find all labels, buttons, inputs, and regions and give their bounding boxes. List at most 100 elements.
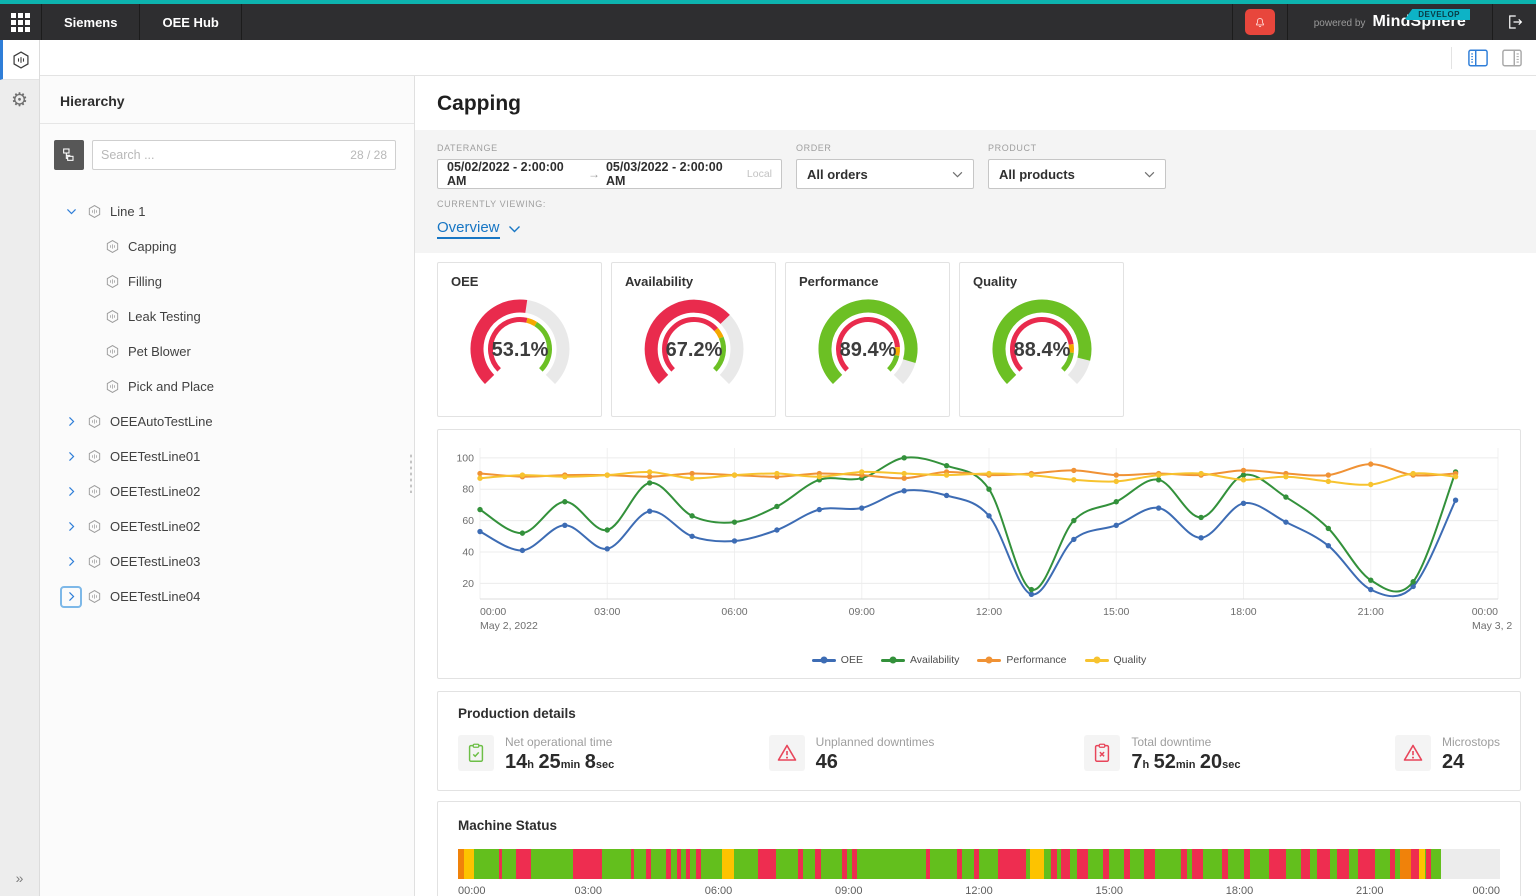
tree-expand-toggle[interactable] <box>60 516 82 538</box>
svg-text:00:00: 00:00 <box>1472 606 1498 618</box>
tree-expand-toggle[interactable] <box>60 551 82 573</box>
logout-icon <box>1508 15 1522 29</box>
machine-status-segment-red <box>1143 849 1156 879</box>
tree-expand-toggle[interactable] <box>60 201 82 223</box>
asset-hexagon-icon <box>13 50 29 69</box>
series-line-quality <box>479 470 1456 486</box>
tree-expand-toggle[interactable] <box>60 481 82 503</box>
machine-axis-tick: 15:00 <box>1095 885 1124 896</box>
gauge-title: OEE <box>451 274 479 289</box>
daterange-to: 05/03/2022 - 2:00:00 AM <box>605 160 723 188</box>
machine-axis-tick: 03:00 <box>574 885 603 896</box>
tree-expand-toggle[interactable] <box>60 411 82 433</box>
develop-badge: DEVELOP <box>1404 9 1470 20</box>
svg-text:03:00: 03:00 <box>594 606 620 618</box>
currently-viewing-dropdown[interactable]: Overview <box>437 219 521 239</box>
stat-value: 7h 52min 20sec <box>1131 751 1241 773</box>
toggle-left-panel-icon[interactable] <box>1468 49 1488 67</box>
legend-item-oee[interactable]: OEE <box>811 654 863 666</box>
machine-status-segment-red <box>1300 849 1311 879</box>
svg-text:May 3, 2022: May 3, 2022 <box>1472 620 1512 632</box>
stat-icon-box <box>1084 735 1121 771</box>
daterange-picker[interactable]: 05/02/2022 - 2:00:00 AM → 05/03/2022 - 2… <box>437 159 782 189</box>
tab-oee-hub[interactable]: OEE Hub <box>140 4 242 40</box>
machine-status-segment-red <box>1050 849 1058 879</box>
machine-axis-tick: 12:00 <box>965 885 993 896</box>
svg-text:20: 20 <box>462 578 474 590</box>
machine-status-segment-red <box>1061 849 1070 879</box>
svg-text:09:00: 09:00 <box>849 606 875 618</box>
tree-view-button[interactable] <box>54 140 84 170</box>
panel-resize-handle[interactable] <box>409 453 413 494</box>
machine-axis-tick: 21:00 <box>1355 885 1384 896</box>
machine-status-segment-red <box>1316 849 1331 879</box>
top-app-bar: Siemens OEE Hub powered by MindSphere DE… <box>0 4 1536 40</box>
product-select[interactable]: All products <box>988 159 1166 189</box>
machine-status-segment-red <box>758 849 776 879</box>
machine-status-card: Machine Status 00:00 03:00 06:00 09:00 12:00… <box>437 801 1521 896</box>
collapse-panel-chevrons[interactable]: » <box>0 870 39 886</box>
tree-item-filling[interactable]: Filling <box>40 264 414 299</box>
tree-item-line-1[interactable]: Line 1 <box>40 194 414 229</box>
alert-button[interactable] <box>1244 9 1275 35</box>
gauge-availability: 67.2% <box>644 299 743 384</box>
tab-siemens[interactable]: Siemens <box>42 4 141 40</box>
asset-hexagon-icon <box>106 275 118 288</box>
tab-oee-hub-label: OEE Hub <box>162 14 219 30</box>
machine-status-segment-red <box>630 849 635 879</box>
rail-item-assets[interactable] <box>0 40 39 80</box>
machine-axis-tick: 18:00 <box>1225 885 1254 896</box>
tree-item-label: OEETestLine02 <box>110 519 201 534</box>
machine-status-segment-red <box>842 849 847 879</box>
gauge-card-availability: Availability 67.2% <box>611 262 776 417</box>
legend-item-quality[interactable]: Quality <box>1084 654 1146 666</box>
left-icon-rail: ⚙ » <box>0 40 40 896</box>
tree-item-oeetestline03[interactable]: OEETestLine03 <box>40 544 414 579</box>
gauge-card-quality: Quality 88.4% <box>959 262 1124 417</box>
clipboard-check-icon <box>468 743 484 762</box>
tree-expand-toggle[interactable] <box>60 446 82 468</box>
chevron-right-icon <box>68 417 74 426</box>
legend-item-availability[interactable]: Availability <box>880 654 959 666</box>
legend-label: OEE <box>840 654 863 666</box>
tree-item-oeetestline01[interactable]: OEETestLine01 <box>40 439 414 474</box>
search-input[interactable] <box>101 148 351 162</box>
machine-status-segment-yellow <box>721 849 735 879</box>
tree-item-label: OEETestLine04 <box>110 589 201 604</box>
gauge-value: 53.1% <box>491 339 548 361</box>
hierarchy-search-field[interactable]: 28 / 28 <box>92 140 396 170</box>
app-launcher-button[interactable] <box>0 4 42 40</box>
machine-status-segment-yellow <box>464 849 474 879</box>
tree-item-capping[interactable]: Capping <box>40 229 414 264</box>
tree-item-oeetestline02[interactable]: OEETestLine02 <box>40 509 414 544</box>
daterange-arrow: → <box>587 167 600 181</box>
warning-triangle-icon <box>777 744 796 761</box>
currently-viewing-label: CURRENTLY VIEWING: <box>437 199 546 209</box>
order-select[interactable]: All orders <box>796 159 974 189</box>
rail-item-settings[interactable]: ⚙ <box>0 80 39 120</box>
asset-hexagon-icon <box>106 345 118 358</box>
tree-item-oeetestline02[interactable]: OEETestLine02 <box>40 474 414 509</box>
currently-viewing-value: Overview <box>437 219 500 239</box>
stat-label: Unplanned downtimes <box>815 735 935 749</box>
tree-item-oeeautotestline[interactable]: OEEAutoTestLine <box>40 404 414 439</box>
tree-item-leak-testing[interactable]: Leak Testing <box>40 299 414 334</box>
tree-item-pet-blower[interactable]: Pet Blower <box>40 334 414 369</box>
stat-label: Total downtime <box>1131 735 1212 749</box>
logout-button[interactable] <box>1492 4 1536 40</box>
machine-axis-tick: 00:00 <box>458 885 486 896</box>
machine-status-segment-red <box>973 849 979 879</box>
asset-hexagon-icon <box>88 415 100 428</box>
chevron-right-icon <box>68 487 74 496</box>
machine-status-segment-red <box>925 849 930 879</box>
chevron-right-icon <box>68 452 74 461</box>
legend-item-performance[interactable]: Performance <box>977 654 1067 666</box>
production-details-title: Production details <box>458 706 576 721</box>
tree-expand-toggle[interactable] <box>60 585 82 608</box>
kpi-gauges-row: OEE 53.1% Availability 67.2% Performance 89.4… <box>437 262 1521 417</box>
tree-item-oeetestline04[interactable]: OEETestLine04 <box>40 579 414 614</box>
toggle-right-panel-icon[interactable] <box>1502 49 1522 67</box>
stat-icon-box <box>768 735 805 771</box>
tree-item-pick-and-place[interactable]: Pick and Place <box>40 369 414 404</box>
